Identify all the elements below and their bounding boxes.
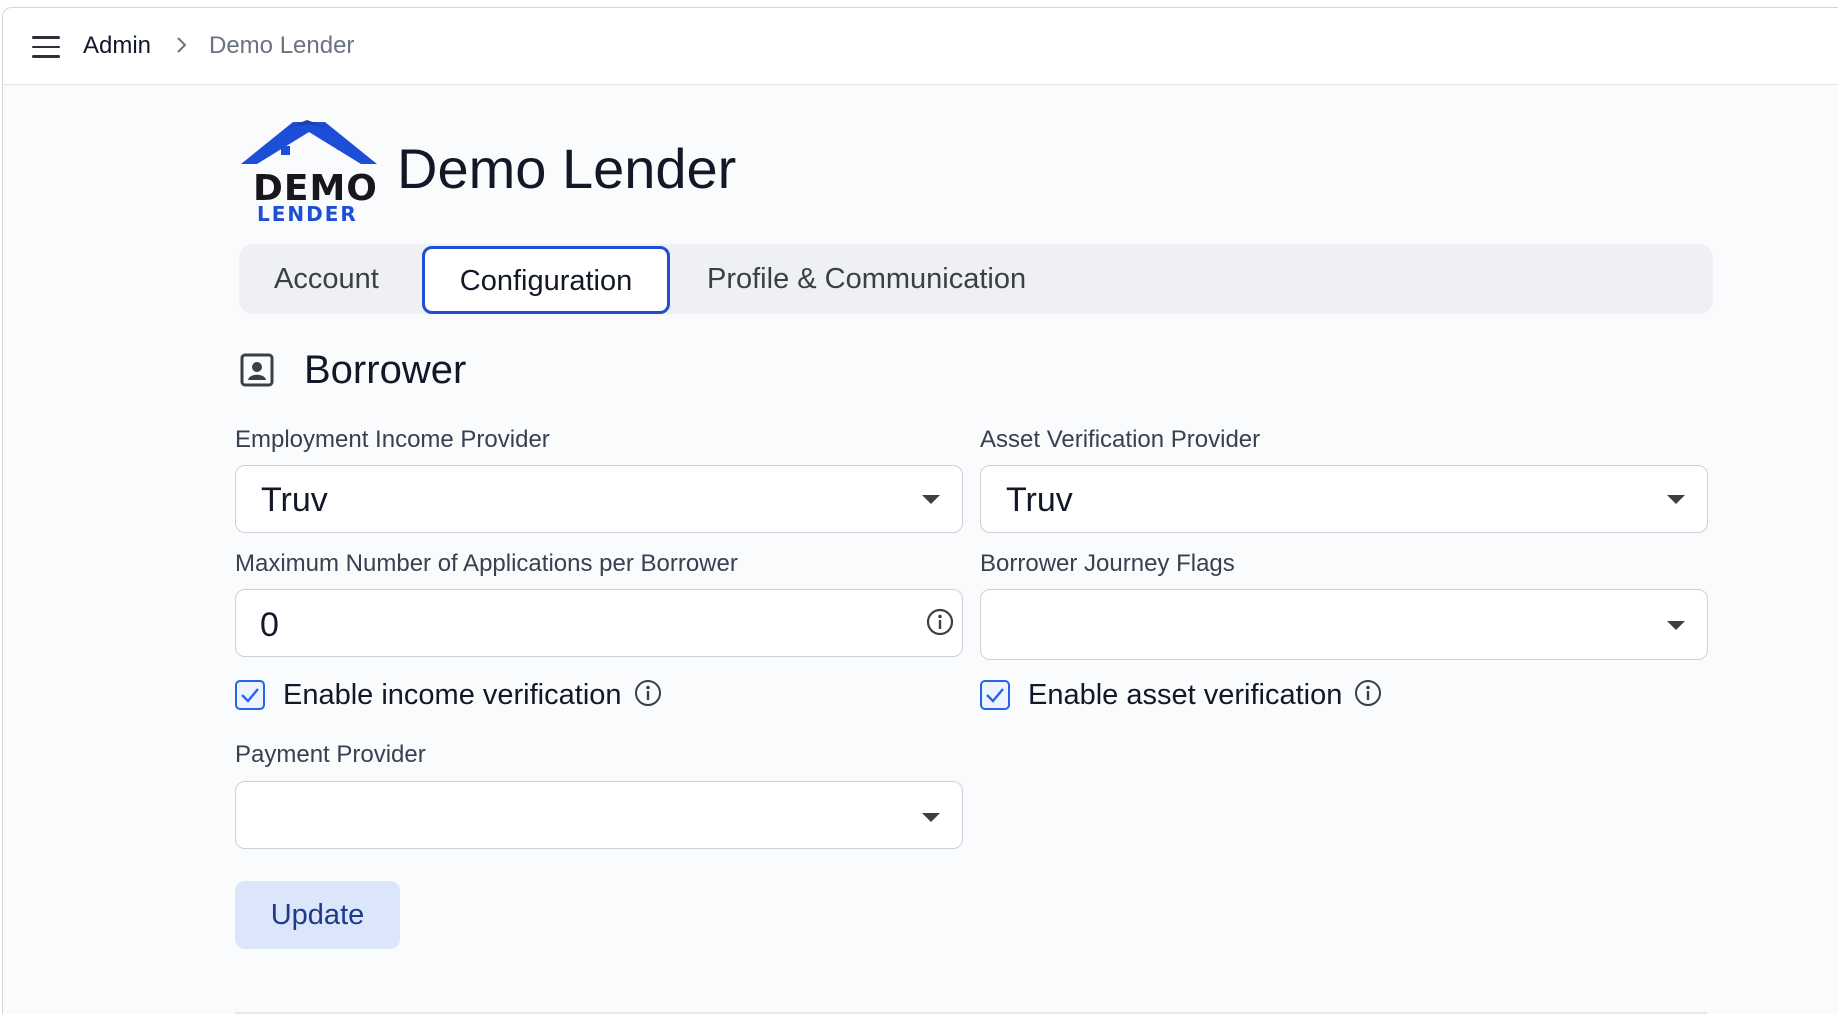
enable-asset-verification-label: Enable asset verification — [1028, 678, 1343, 711]
caret-down-icon — [1667, 621, 1685, 630]
breadcrumb-current: Demo Lender — [209, 32, 355, 59]
payment-provider-select[interactable] — [235, 781, 963, 849]
enable-income-verification-label: Enable income verification — [283, 678, 622, 711]
caret-down-icon — [922, 813, 940, 822]
employment-income-provider-value: Truv — [261, 481, 328, 519]
enable-income-verification-row[interactable]: Enable income verification — [235, 677, 662, 713]
tab-account[interactable]: Account — [274, 244, 379, 314]
employment-income-provider-label: Employment Income Provider — [235, 426, 550, 453]
borrower-journey-flags-select[interactable] — [980, 589, 1708, 660]
chevron-right-icon — [177, 37, 187, 53]
asset-verification-provider-select[interactable]: Truv — [980, 465, 1708, 533]
main-content: DEMO LENDER Demo Lender Account Configur… — [3, 86, 1838, 1014]
info-icon[interactable] — [926, 608, 954, 636]
section-title: Borrower — [304, 348, 467, 392]
enable-income-verification-checkbox[interactable] — [235, 680, 265, 710]
max-applications-input[interactable]: 0 — [235, 589, 963, 657]
caret-down-icon — [922, 495, 940, 504]
info-icon[interactable] — [1354, 679, 1382, 707]
max-applications-label: Maximum Number of Applications per Borro… — [235, 550, 738, 577]
asset-verification-provider-label: Asset Verification Provider — [980, 426, 1261, 453]
breadcrumb-admin-link[interactable]: Admin — [83, 32, 151, 60]
asset-verification-provider-value: Truv — [1006, 481, 1073, 519]
info-icon[interactable] — [634, 679, 662, 707]
hamburger-menu-icon[interactable] — [32, 36, 60, 58]
checkmark-icon — [241, 688, 259, 703]
tab-bar: Account Configuration Profile & Communic… — [239, 244, 1713, 314]
page-title: Demo Lender — [397, 137, 737, 200]
enable-asset-verification-row[interactable]: Enable asset verification — [980, 677, 1382, 713]
org-logo: DEMO LENDER — [237, 120, 381, 226]
enable-asset-verification-checkbox[interactable] — [980, 680, 1010, 710]
employment-income-provider-select[interactable]: Truv — [235, 465, 963, 533]
update-button[interactable]: Update — [235, 881, 400, 949]
app-window: Admin Demo Lender DEMO LENDER Demo Lende… — [2, 7, 1838, 1014]
checkmark-icon — [986, 688, 1004, 703]
borrower-journey-flags-label: Borrower Journey Flags — [980, 550, 1235, 577]
payment-provider-label: Payment Provider — [235, 741, 426, 768]
caret-down-icon — [1667, 495, 1685, 504]
tab-profile-communication[interactable]: Profile & Communication — [707, 244, 1026, 314]
contact-card-icon — [240, 353, 274, 387]
top-bar: Admin Demo Lender — [3, 8, 1838, 85]
logo-text-lender: LENDER — [257, 202, 358, 226]
tab-configuration[interactable]: Configuration — [422, 246, 670, 314]
max-applications-value: 0 — [260, 606, 279, 644]
